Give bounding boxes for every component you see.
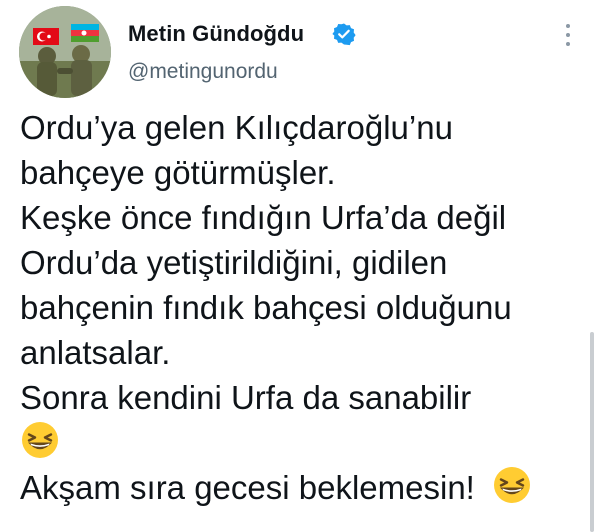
tweet-line: Sonra kendini Urfa da sanabilir	[20, 379, 472, 416]
tweet-text: Ordu’ya gelen Kılıçdaroğlu’nu bahçeye gö…	[20, 105, 590, 510]
grinning-squinting-face-emoji	[492, 465, 532, 505]
tweet-line: Keşke önce fındığın Urfa’da değil	[20, 199, 507, 236]
tweet-line: anlatsalar.	[20, 334, 171, 371]
verified-badge-icon	[332, 22, 356, 46]
tweet-line: Ordu’ya gelen Kılıçdaroğlu’nu	[20, 109, 453, 146]
grinning-squinting-face-emoji	[20, 420, 60, 460]
avatar[interactable]	[19, 6, 111, 98]
tweet-line-last: Akşam sıra gecesi beklemesin!	[20, 465, 590, 510]
tweet-line-emoji	[20, 420, 590, 465]
soldiers-with-flags-image	[19, 6, 111, 98]
display-name[interactable]: Metin Gündoğdu	[128, 20, 304, 48]
more-options-icon[interactable]	[558, 20, 578, 50]
tweet-line: bahçenin fındık bahçesi olduğunu	[20, 289, 512, 326]
tweet-line: Akşam sıra gecesi beklemesin!	[20, 469, 475, 506]
handle[interactable]: @metingunordu	[128, 58, 278, 86]
tweet-line: bahçeye götürmüşler.	[20, 154, 336, 191]
tweet-line: Ordu’da yetiştirildiğini, gidilen	[20, 244, 448, 281]
scrollbar[interactable]	[590, 332, 594, 532]
tweet: Metin Gündoğdu @metingunordu Ordu’ya gel…	[0, 0, 600, 532]
